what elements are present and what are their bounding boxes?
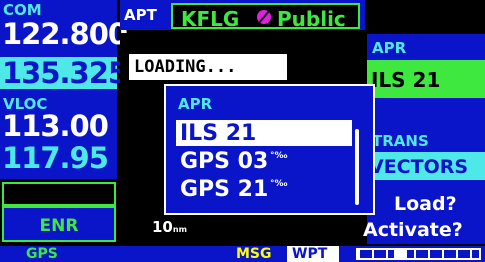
status-msg[interactable]: MSG	[236, 246, 272, 262]
apt-label: APT	[124, 6, 157, 24]
vloc-standby-freq[interactable]: 117.95	[2, 144, 109, 173]
com-label: COM	[3, 1, 42, 19]
apr-value: ILS 21	[371, 68, 441, 92]
popup-scrollbar[interactable]	[355, 129, 359, 205]
page-indicator	[356, 248, 481, 260]
popup-item-ils-21[interactable]: ILS 21	[176, 120, 352, 146]
apr-label: APR	[372, 39, 407, 57]
vloc-active-freq: 113.00	[2, 109, 109, 143]
popup-item-gps-21[interactable]: GPS 21 °‰	[176, 176, 352, 202]
popup-item-label: ILS 21	[180, 121, 257, 146]
com-active-freq: 122.800	[2, 17, 128, 51]
apt-ident: KFLG	[181, 7, 240, 31]
com-standby-freq: 135.325	[2, 56, 128, 90]
loading-text: LOADING...	[134, 57, 237, 77]
apr-popup: APR ILS 21 GPS 03 °‰ GPS 21 °‰	[164, 84, 375, 215]
apr-value-box[interactable]: ILS 21	[367, 60, 485, 98]
map-scale: 10nm	[152, 217, 187, 236]
page-indicator-current	[394, 248, 407, 260]
status-wpt-box: WPT	[287, 246, 339, 262]
mode-box: ENR	[2, 206, 116, 242]
popup-list: ILS 21 GPS 03 °‰ GPS 21 °‰	[176, 120, 352, 210]
status-wpt: WPT	[292, 246, 328, 262]
popup-header: APR	[178, 95, 213, 113]
gps-approach-icon: °‰	[270, 151, 288, 161]
trans-value-box[interactable]: VECTORS	[367, 152, 485, 180]
vloc-panel: VLOC 113.00 117.95	[0, 94, 117, 179]
status-bar: GPS MSG WPT	[0, 246, 485, 262]
map-scale-unit: nm	[172, 225, 187, 234]
activate-prompt[interactable]: Activate?	[363, 219, 463, 241]
popup-item-label: GPS 21	[180, 177, 269, 202]
gps-approach-icon: °‰	[270, 179, 288, 189]
apt-type: Public	[277, 7, 346, 31]
load-prompt[interactable]: Load?	[394, 193, 457, 215]
loading-box: LOADING...	[129, 54, 287, 80]
trans-value: VECTORS	[369, 156, 469, 178]
apt-ident-box[interactable]: KFLG Public	[171, 3, 360, 31]
popup-item-gps-03[interactable]: GPS 03 °‰	[176, 148, 352, 174]
com-standby-freq-box[interactable]: 135.325	[0, 57, 128, 89]
popup-item-label: GPS 03	[180, 149, 269, 174]
cdi-box	[2, 182, 116, 206]
map-scale-value: 10	[152, 218, 173, 236]
status-gps: GPS	[26, 246, 58, 262]
trans-label: TRANS	[372, 132, 429, 150]
mode-label: ENR	[39, 216, 79, 236]
